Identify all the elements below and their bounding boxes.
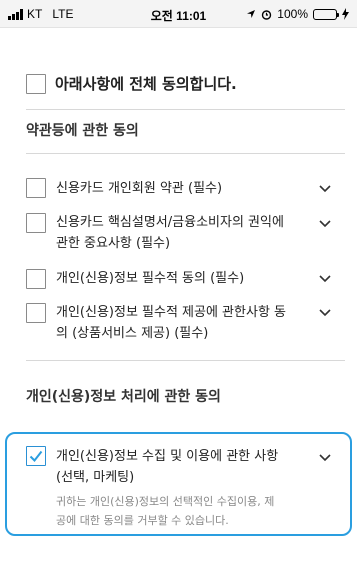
battery-icon xyxy=(313,8,339,20)
terms-checkbox[interactable] xyxy=(26,213,46,233)
charging-icon xyxy=(342,8,349,20)
checkmark-icon xyxy=(29,450,43,463)
section-title-processing: 개인(신용)정보 처리에 관한 동의 xyxy=(26,389,221,405)
status-bar: KT LTE 오전 11:01 100% xyxy=(0,0,357,28)
agree-all-checkbox[interactable] xyxy=(26,74,46,94)
terms-label: 개인(신용)정보 필수적 동의 (필수) xyxy=(56,271,245,286)
processing-checkbox[interactable] xyxy=(26,446,46,466)
processing-label-line-1: 개인(신용)정보 수집 및 이용에 관한 사항 xyxy=(56,449,279,464)
agree-all-label: 아래사항에 전체 동의합니다. xyxy=(55,75,237,93)
section-title-terms: 약관등에 관한 동의 xyxy=(26,123,139,139)
chevron-down-icon[interactable] xyxy=(318,219,332,229)
divider xyxy=(26,109,345,110)
divider xyxy=(26,153,345,154)
terms-checkbox[interactable] xyxy=(26,303,46,323)
terms-checkbox[interactable] xyxy=(26,178,46,198)
location-icon xyxy=(247,10,256,18)
terms-label: 신용카드 개인회원 약관 (필수) xyxy=(56,181,223,196)
terms-label-line-1: 개인(신용)정보 필수적 제공에 관한사항 동 xyxy=(56,305,286,320)
divider xyxy=(26,360,345,361)
terms-label-line-2: 의 (상품서비스 제공) (필수) xyxy=(56,326,209,341)
alarm-icon xyxy=(262,9,272,20)
terms-checkbox[interactable] xyxy=(26,269,46,289)
chevron-down-icon[interactable] xyxy=(318,453,332,463)
terms-label-line-1: 신용카드 핵심설명서/금융소비자의 권익에 xyxy=(56,215,284,230)
processing-label-line-2: (선택, 마케팅) xyxy=(56,470,135,485)
battery-percent: 100% xyxy=(277,7,308,21)
processing-description-line-1: 귀하는 개인(신용)정보의 선택적인 수집이용, 제 xyxy=(56,495,275,508)
chevron-down-icon[interactable] xyxy=(318,308,332,318)
terms-label-line-2: 관한 중요사항 (필수) xyxy=(56,236,171,251)
chevron-down-icon[interactable] xyxy=(318,274,332,284)
processing-description-line-2: 공에 대한 동의를 거부할 수 있습니다. xyxy=(56,514,229,527)
chevron-down-icon[interactable] xyxy=(318,184,332,194)
status-right: 100% xyxy=(246,7,349,21)
